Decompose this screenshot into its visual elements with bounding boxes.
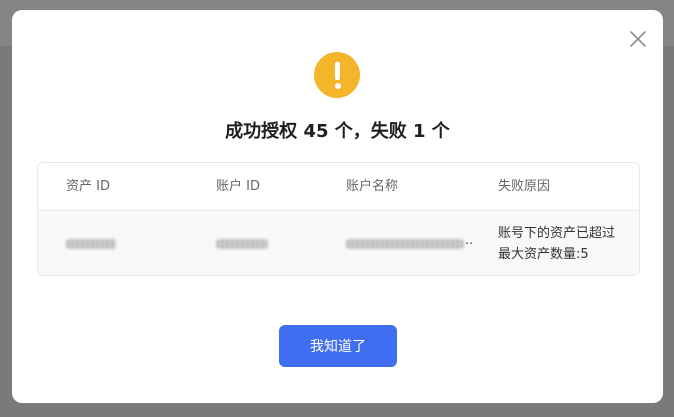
acknowledge-button[interactable]: 我知道了	[279, 325, 397, 367]
table-row: .. 账号下的资产已超过 最大资产数量:5	[38, 211, 639, 275]
warning-icon	[314, 52, 360, 98]
cell-failure-reason: 账号下的资产已超过 最大资产数量:5	[498, 211, 639, 275]
failure-table: 资产 ID 账户 ID 账户名称 失败原因 .. 账号下的资产已超过 最大资产数…	[37, 162, 640, 276]
failure-reason-text: 账号下的资产已超过 最大资产数量:5	[498, 226, 616, 262]
authorization-result-dialog: 成功授权 45 个，失败 1 个 资产 ID 账户 ID 账户名称 失败原因 .…	[12, 10, 663, 403]
close-icon	[630, 31, 646, 47]
close-button[interactable]	[627, 28, 649, 50]
cell-asset-id	[66, 211, 186, 275]
column-header-account-id: 账户 ID	[216, 179, 260, 194]
dialog-title: 成功授权 45 个，失败 1 个	[225, 121, 450, 142]
redacted-asset-id	[66, 239, 116, 249]
cell-account-name: ..	[346, 211, 486, 275]
table-header: 资产 ID 账户 ID 账户名称 失败原因	[38, 163, 639, 211]
column-header-account-name: 账户名称	[346, 179, 399, 194]
redacted-account-name	[346, 239, 464, 249]
truncation-ellipsis: ..	[465, 233, 474, 248]
column-header-asset-id: 资产 ID	[66, 179, 110, 194]
redacted-account-id	[216, 239, 268, 249]
cell-account-id	[216, 211, 326, 275]
column-header-failure-reason: 失败原因	[498, 179, 551, 194]
